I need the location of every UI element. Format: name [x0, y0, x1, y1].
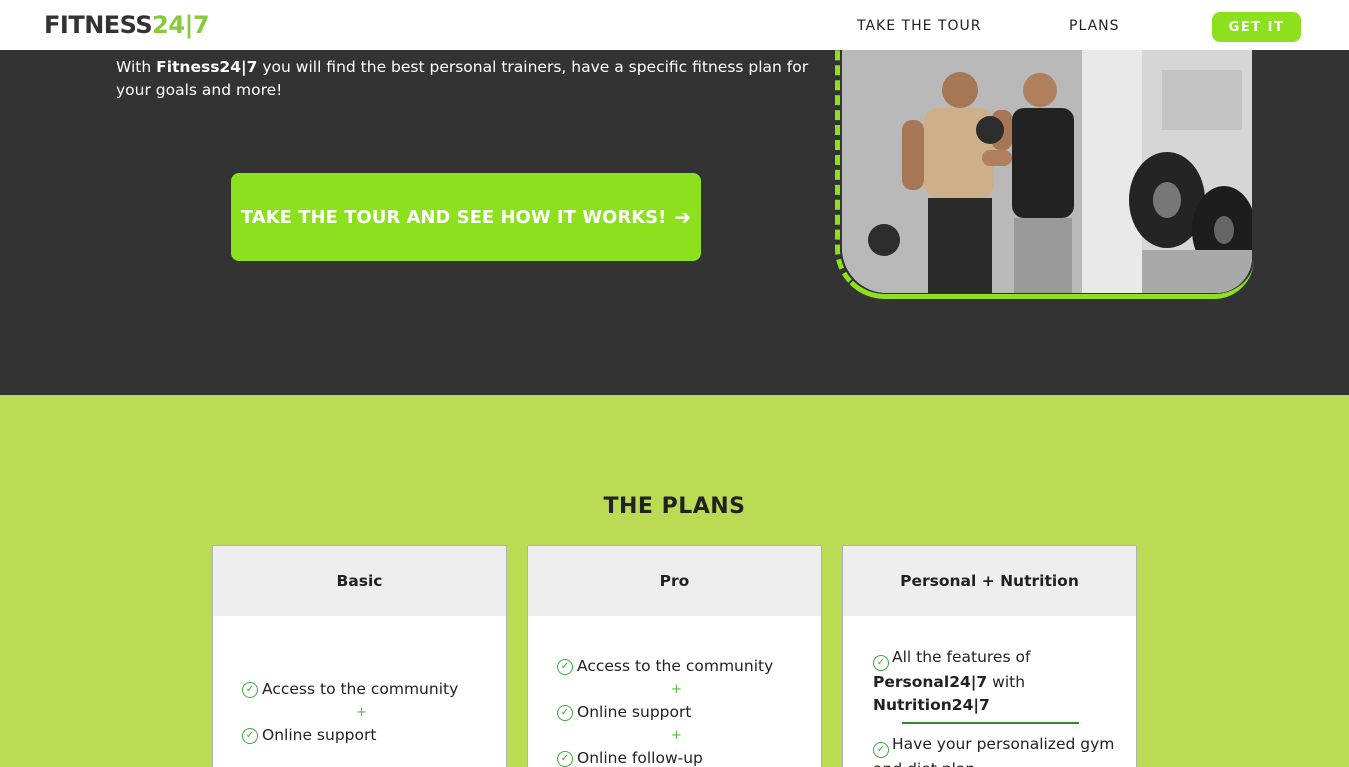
take-the-tour-label: TAKE THE TOUR AND SEE HOW IT WORKS! [240, 206, 667, 228]
intro-brand-personal: Personal24|7 [873, 673, 988, 691]
feature-text: Access to the community [262, 680, 459, 698]
divider [902, 722, 1079, 724]
plan-card-body: ✓ Access to the community + ✓ Online sup… [213, 616, 506, 747]
check-circle-icon: ✓ [873, 742, 889, 758]
plan-card-body: ✓ Access to the community + ✓ Online sup… [528, 616, 821, 767]
feature-text: Online support [262, 726, 377, 744]
plan-card-title: Pro [528, 546, 821, 616]
hero-text-prefix: With [116, 58, 157, 76]
feature-text: Have your personalized gym and diet plan [873, 735, 1115, 767]
check-circle-icon: ✓ [242, 681, 258, 698]
intro-prefix: All the features of [892, 648, 1031, 666]
logo-accent: 24|7 [152, 11, 210, 39]
logo-main: FITNESS [44, 11, 153, 39]
plan-card-basic: Basic ✓ Access to the community + ✓ Onli… [212, 545, 507, 767]
plan-feature: ✓ Online support [557, 701, 821, 724]
intro-mid: with [987, 673, 1026, 691]
plus-separator: + [671, 728, 682, 743]
plus-separator: + [356, 705, 367, 720]
logo[interactable]: FITNESS24|7 [44, 11, 210, 39]
nav-link-take-the-tour[interactable]: TAKE THE TOUR [857, 18, 981, 34]
nav-link-plans[interactable]: PLANS [1069, 18, 1120, 34]
plans-title: THE PLANS [603, 494, 746, 519]
plan-intro: ✓ All the features of Personal24|7 with N… [873, 646, 1116, 717]
plan-card-personal-nutrition: Personal + Nutrition ✓ All the features o… [842, 545, 1137, 767]
plan-card-title: Basic [213, 546, 506, 616]
take-the-tour-button[interactable]: TAKE THE TOUR AND SEE HOW IT WORKS! ➔ [231, 173, 701, 261]
feature-text: Online follow-up [577, 749, 703, 767]
plan-card-body: ✓ All the features of Personal24|7 with N… [843, 616, 1136, 767]
top-navbar: FITNESS24|7 TAKE THE TOUR PLANS GET IT [0, 0, 1349, 50]
check-circle-icon: ✓ [242, 727, 258, 744]
feature-text: Access to the community [577, 657, 774, 675]
plan-feature: ✓ Access to the community [242, 678, 506, 701]
hero-text-brand: Fitness24|7 [156, 58, 258, 76]
hero-description: With Fitness24|7 you will find the best … [116, 56, 826, 102]
gym-photo-illustration [842, 50, 1252, 293]
plan-card-title: Personal + Nutrition [843, 546, 1136, 616]
check-circle-icon: ✓ [557, 658, 573, 675]
plan-feature: ✓Have your personalized gym and diet pla… [873, 733, 1116, 767]
arrow-right-icon: ➔ [674, 205, 692, 229]
plan-card-pro: Pro ✓ Access to the community + ✓ Online… [527, 545, 822, 767]
check-circle-icon: ✓ [557, 750, 573, 767]
plan-feature: ✓ Access to the community [557, 655, 821, 678]
check-circle-icon: ✓ [873, 655, 889, 671]
get-it-button[interactable]: GET IT [1212, 12, 1301, 42]
plan-feature: ✓ Online support [242, 724, 506, 747]
hero-section: With Fitness24|7 you will find the best … [0, 30, 1349, 395]
plan-feature: ✓ Online follow-up [557, 747, 821, 767]
hero-image [842, 50, 1252, 293]
intro-brand-nutrition: Nutrition24|7 [873, 696, 990, 714]
feature-text: Online support [577, 703, 692, 721]
plus-separator: + [671, 682, 682, 697]
check-circle-icon: ✓ [557, 704, 573, 721]
